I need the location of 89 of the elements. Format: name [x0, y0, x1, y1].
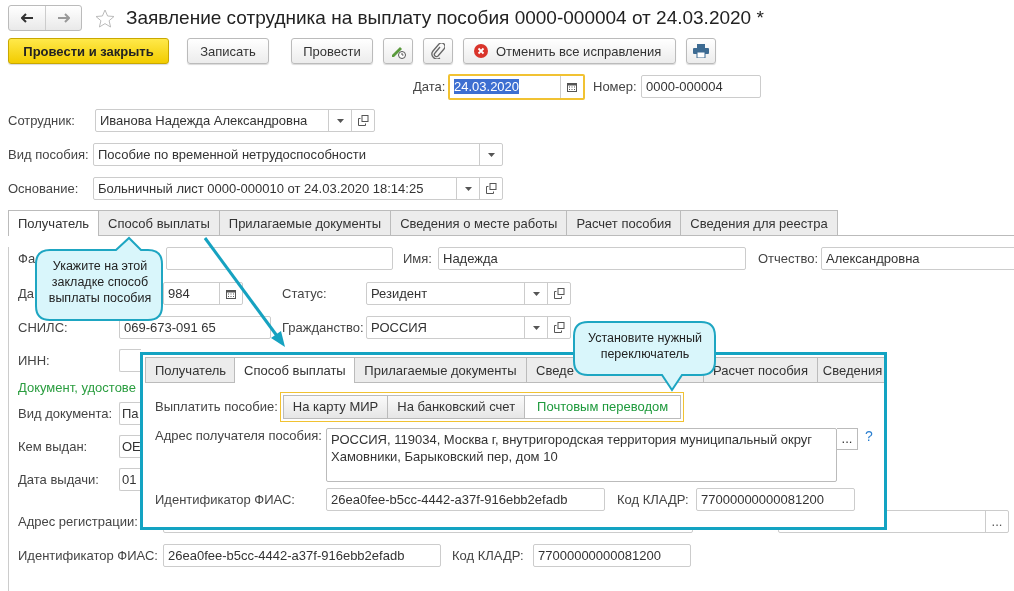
date-field[interactable]: 24.03.2020	[448, 73, 585, 100]
number-field[interactable]: 0000-000004	[641, 75, 761, 98]
birth-date-label: Да	[18, 286, 35, 301]
tab[interactable]: Прилагаемые документы	[355, 357, 527, 382]
calendar-icon	[226, 288, 236, 299]
tab[interactable]: Сведения	[818, 357, 884, 382]
caret-icon	[487, 152, 495, 157]
tab[interactable]: Способ выплаты	[235, 357, 355, 383]
status-label: Статус:	[282, 286, 328, 301]
first-name-field[interactable]: Надежда	[438, 247, 746, 270]
pay-method-option[interactable]: На карту МИР	[282, 394, 389, 419]
printer-icon	[693, 44, 710, 58]
kladr-code-label: Код КЛАДР:	[617, 492, 690, 507]
benefit-type-label: Вид пособия:	[8, 147, 90, 162]
document-type-label: Вид документа:	[18, 406, 114, 421]
issue-date-label: Дата выдачи:	[18, 472, 100, 487]
back-arrow-icon	[21, 13, 33, 23]
paperclip-icon	[431, 43, 445, 59]
registration-address-label: Адрес регистрации:	[18, 514, 139, 529]
save-button[interactable]: Записать	[187, 38, 269, 64]
patronymic-field[interactable]: Александровна	[821, 247, 1014, 270]
tab[interactable]: Расчет пособия	[704, 357, 818, 382]
open-window-icon	[553, 322, 565, 333]
tab[interactable]: Способ выплаты	[99, 210, 220, 235]
issued-by-label: Кем выдан:	[18, 439, 89, 454]
open-window-icon	[357, 115, 369, 126]
print-button[interactable]	[686, 38, 717, 64]
caret-icon	[532, 291, 540, 296]
document-type-field[interactable]: Па	[119, 402, 141, 425]
calendar-icon	[567, 81, 577, 92]
open-window-icon	[553, 288, 565, 299]
kladr-code-field[interactable]: 77000000000081200	[533, 544, 691, 567]
date-label: Дата:	[413, 79, 447, 94]
tab[interactable]: Сведения для реестра	[681, 210, 838, 235]
patronymic-label: Отчество:	[758, 251, 820, 266]
fias-id-label: Идентификатор ФИАС:	[18, 548, 159, 563]
tab[interactable]: Расчет пособия	[567, 210, 682, 235]
tab[interactable]: Прилагаемые документы	[219, 210, 392, 235]
recipient-address-field[interactable]: РОССИЯ, 119034, Москва г, внутригородская территория муниципальный округ Хамовники, Барыковский пер, дом 10	[326, 428, 837, 482]
help-link[interactable]: ?	[865, 428, 873, 444]
forward-arrow-icon	[57, 13, 70, 23]
fias-id-field[interactable]: 26ea0fee-b5cc-4442-a37f-916ebb2efadb	[326, 488, 605, 511]
post-and-close-button[interactable]: Провести и закрыть	[8, 38, 169, 64]
tab[interactable]: Получатель	[8, 210, 100, 236]
surname-label: Фа	[18, 251, 36, 266]
edit-history-button[interactable]	[383, 38, 413, 64]
star-icon[interactable]	[95, 8, 115, 28]
basis-label: Основание:	[8, 181, 80, 196]
benefit-type-field[interactable]: Пособие по временной нетрудоспособности	[93, 143, 503, 166]
pay-method-option[interactable]: На банковский счет	[388, 394, 526, 419]
caret-icon	[532, 325, 540, 330]
citizenship-field[interactable]: РОССИЯ	[366, 316, 571, 339]
open-window-icon	[485, 183, 497, 194]
select-button[interactable]: ...	[837, 428, 858, 450]
attach-button[interactable]	[423, 38, 453, 64]
basis-field[interactable]: Больничный лист 0000-000010 от 24.03.2020 18:14:25	[93, 177, 503, 200]
first-name-label: Имя:	[403, 251, 433, 266]
surname-field[interactable]	[166, 247, 393, 270]
inn-field[interactable]	[119, 349, 141, 372]
employee-label: Сотрудник:	[8, 113, 76, 128]
caret-icon	[336, 118, 344, 123]
fias-id-field[interactable]: 26ea0fee-b5cc-4442-a37f-916ebb2efadb	[163, 544, 441, 567]
pay-method-option[interactable]: Почтовым переводом	[525, 394, 682, 419]
fias-id-label: Идентификатор ФИАС:	[155, 492, 296, 507]
kladr-code-field[interactable]: 77000000000081200	[696, 488, 855, 511]
status-field[interactable]: Резидент	[366, 282, 571, 305]
number-label: Номер:	[593, 79, 638, 94]
select-button[interactable]: ...	[985, 511, 1008, 532]
birth-date-field[interactable]: 984	[163, 282, 243, 305]
pay-method-label: Выплатить пособие:	[155, 399, 278, 414]
error-circle-icon	[474, 44, 488, 58]
caret-icon	[464, 186, 472, 191]
section-heading: Документ, удостове	[18, 379, 136, 395]
inn-label: ИНН:	[18, 353, 51, 368]
issue-date-field[interactable]: 01	[119, 468, 141, 491]
post-button[interactable]: Провести	[291, 38, 373, 64]
snils-field[interactable]: 069-673-091 65	[119, 316, 271, 339]
cancel-fixes-button[interactable]: Отменить все исправления	[463, 38, 677, 64]
kladr-code-label: Код КЛАДР:	[452, 548, 525, 563]
window-title: Заявление сотрудника на выплату пособия 0000-000004 от 24.03.2020 *	[126, 7, 764, 29]
tab[interactable]: Сведения о месте работы	[391, 210, 568, 235]
callout-text: Установите нужный переключатель	[587, 330, 703, 362]
citizenship-label: Гражданство:	[282, 320, 365, 335]
issued-by-field[interactable]: ОЕ	[119, 435, 141, 458]
snils-label: СНИЛС:	[18, 320, 69, 335]
callout-text: Укажите на этой закладке способ выплаты пособия	[47, 258, 153, 306]
employee-field[interactable]: Иванова Надежда Александровна	[95, 109, 375, 132]
recipient-address-label: Адрес получателя пособия:	[155, 428, 323, 443]
tab[interactable]: Получатель	[145, 357, 235, 382]
